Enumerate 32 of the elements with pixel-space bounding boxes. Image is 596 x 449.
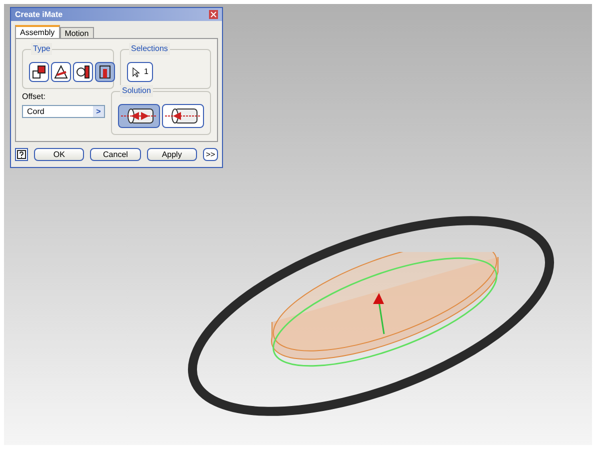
solution-button[interactable] <box>118 104 160 128</box>
mate-icon <box>30 63 48 81</box>
tab[interactable]: Motion <box>60 27 94 38</box>
window-title: Create iMate <box>15 8 63 20</box>
type-button[interactable] <box>73 62 93 82</box>
offset-label: Offset: <box>22 91 46 103</box>
group-label: Type <box>31 43 52 55</box>
angle-icon <box>52 63 70 81</box>
group-label: Solution <box>120 85 153 97</box>
tab[interactable]: Assembly <box>15 25 60 38</box>
close-button[interactable] <box>209 10 218 19</box>
group-label: Selections <box>129 43 170 55</box>
tangent-icon <box>74 63 92 81</box>
cylinder-arrow-icon <box>119 106 159 126</box>
selection-button[interactable]: 1 <box>127 62 154 82</box>
type-button[interactable] <box>95 62 115 82</box>
type-button[interactable] <box>51 62 71 82</box>
cursor-icon <box>132 66 140 78</box>
more-button[interactable]: >> <box>202 148 218 161</box>
help-icon <box>17 150 26 159</box>
close-icon <box>210 11 217 18</box>
cylinder-arrow-icon <box>163 106 203 126</box>
dialog-button[interactable]: OK <box>34 148 84 161</box>
solution-button[interactable] <box>162 104 204 128</box>
help-button[interactable] <box>15 148 28 161</box>
selection-count: 1 <box>144 66 148 78</box>
dialog-button[interactable]: Cancel <box>90 148 141 161</box>
dialog-button[interactable]: Apply <box>146 148 197 161</box>
offset-value: Cord <box>27 106 44 118</box>
offset-field[interactable]: Cord > <box>22 105 105 118</box>
offset-arrow-button[interactable]: > <box>93 106 104 117</box>
type-button[interactable] <box>29 62 49 82</box>
